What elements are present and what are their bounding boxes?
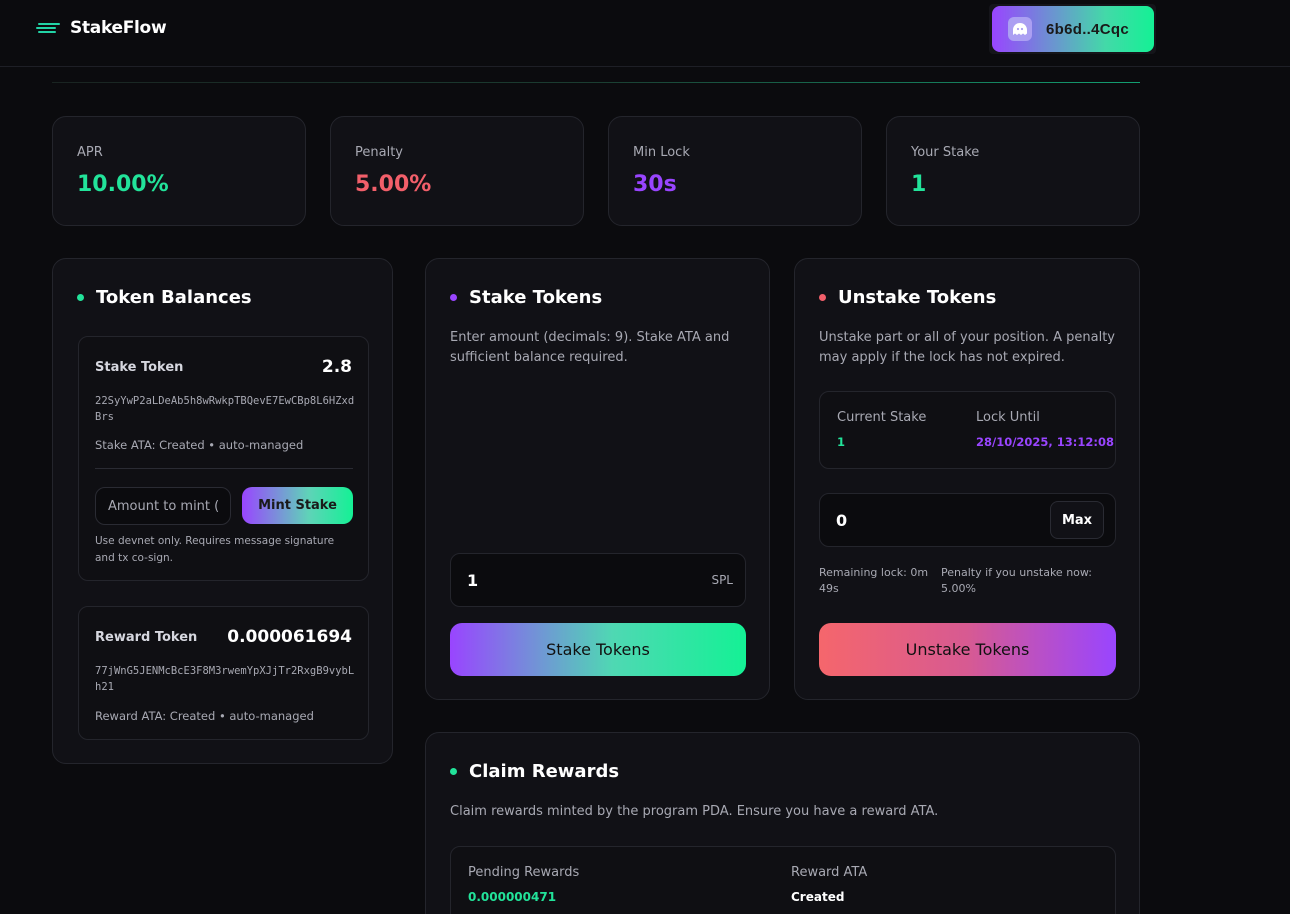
pending-rewards-label: Pending Rewards — [468, 865, 580, 880]
token-ata-status: Stake ATA: Created • auto-managed — [95, 438, 304, 452]
panel-title: Unstake Tokens — [819, 287, 996, 308]
reward-ata-label: Reward ATA — [791, 865, 868, 880]
stake-tokens-button[interactable]: Stake Tokens — [450, 623, 746, 676]
rewards-summary: Pending Rewards 0.000000471 Reward ATA C… — [450, 846, 1116, 914]
stat-card-your-stake: Your Stake 1 — [886, 116, 1140, 226]
panel-description: Unstake part or all of your position. A … — [819, 330, 1115, 365]
stake-tokens-panel: Stake Tokens Enter amount (decimals: 9).… — [425, 258, 770, 700]
reward-token-card: Reward Token 0.000061694 77jWnG5JENMcBcE… — [78, 606, 369, 740]
status-dot-icon — [77, 294, 84, 301]
panel-title-text: Unstake Tokens — [838, 287, 997, 308]
panel-description: Enter amount (decimals: 9). Stake ATA an… — [450, 330, 730, 365]
panel-title-text: Stake Tokens — [469, 287, 603, 308]
wallet-wrapper: 6b6d..4Cqc — [989, 4, 1156, 54]
token-mint-address[interactable]: 22SyYwP2aLDeAb5h8wRwkpTBQevE7EwCBp8L6HZx… — [95, 393, 355, 425]
stat-value: 1 — [911, 172, 927, 197]
status-dot-icon — [819, 294, 826, 301]
stat-card-apr: APR 10.00% — [52, 116, 306, 226]
unstake-tokens-panel: Unstake Tokens Unstake part or all of yo… — [794, 258, 1140, 700]
claim-rewards-panel: Claim Rewards Claim rewards minted by th… — [425, 732, 1140, 914]
panel-title: Token Balances — [77, 287, 252, 308]
token-name: Stake Token — [95, 360, 184, 375]
remaining-lock-text: Remaining lock: 0m 49s — [819, 566, 929, 595]
top-bar: StakeFlow 6b6d..4Cqc — [0, 0, 1290, 67]
unstake-amount-field: Max — [819, 493, 1116, 547]
pending-rewards-value: 0.000000471 — [468, 890, 557, 904]
stake-amount-field: SPL — [450, 553, 746, 607]
lock-until-label: Lock Until — [976, 410, 1040, 425]
mint-stake-button[interactable]: Mint Stake — [242, 487, 353, 524]
position-summary: Current Stake 1 Lock Until 28/10/2025, 1… — [819, 391, 1116, 469]
stat-label: Min Lock — [633, 145, 690, 160]
mint-amount-input[interactable] — [95, 487, 231, 525]
penalty-now-text: Penalty if you unstake now: 5.00% — [941, 566, 1093, 595]
stat-label: Your Stake — [911, 145, 980, 160]
token-amount: 2.8 — [321, 357, 352, 377]
unit-label: SPL — [711, 573, 733, 587]
stat-card-min-lock: Min Lock 30s — [608, 116, 862, 226]
reward-ata-value: Created — [791, 890, 845, 904]
app-name: StakeFlow — [70, 18, 167, 38]
stat-card-penalty: Penalty 5.00% — [330, 116, 584, 226]
stat-label: APR — [77, 145, 103, 160]
stake-amount-input[interactable] — [451, 554, 745, 606]
token-balances-panel: Token Balances Stake Token 2.8 22SyYwP2a… — [52, 258, 393, 764]
max-button[interactable]: Max — [1050, 501, 1104, 539]
panel-title: Stake Tokens — [450, 287, 602, 308]
divider — [95, 468, 353, 469]
app-logo[interactable]: StakeFlow — [36, 18, 167, 38]
status-dot-icon — [450, 768, 457, 775]
wallet-button[interactable]: 6b6d..4Cqc — [992, 6, 1154, 52]
wallet-address: 6b6d..4Cqc — [1046, 20, 1130, 38]
panel-description: Claim rewards minted by the program PDA.… — [450, 804, 939, 819]
stat-label: Penalty — [355, 145, 403, 160]
token-name: Reward Token — [95, 630, 198, 645]
token-mint-address[interactable]: 77jWnG5JENMcBcE3F8M3rwemYpXJjTr2RxgB9vyb… — [95, 663, 355, 695]
panel-title: Claim Rewards — [450, 761, 619, 782]
lock-until-value: 28/10/2025, 13:12:08 — [976, 435, 1114, 449]
phantom-ghost-icon — [1008, 17, 1032, 41]
panel-title-text: Claim Rewards — [469, 761, 620, 782]
accent-divider — [52, 82, 1140, 83]
status-dot-icon — [450, 294, 457, 301]
panel-title-text: Token Balances — [96, 287, 252, 308]
token-ata-status: Reward ATA: Created • auto-managed — [95, 709, 314, 723]
token-amount: 0.000061694 — [227, 627, 352, 647]
current-stake-value: 1 — [837, 435, 846, 449]
stake-token-card: Stake Token 2.8 22SyYwP2aLDeAb5h8wRwkpTB… — [78, 336, 369, 581]
stat-value: 5.00% — [355, 172, 432, 197]
mint-note: Use devnet only. Requires message signat… — [95, 535, 335, 564]
stakeflow-logo-icon — [36, 21, 60, 35]
stat-value: 30s — [633, 172, 677, 197]
stat-value: 10.00% — [77, 172, 169, 197]
unstake-tokens-button[interactable]: Unstake Tokens — [819, 623, 1116, 676]
current-stake-label: Current Stake — [837, 410, 927, 425]
